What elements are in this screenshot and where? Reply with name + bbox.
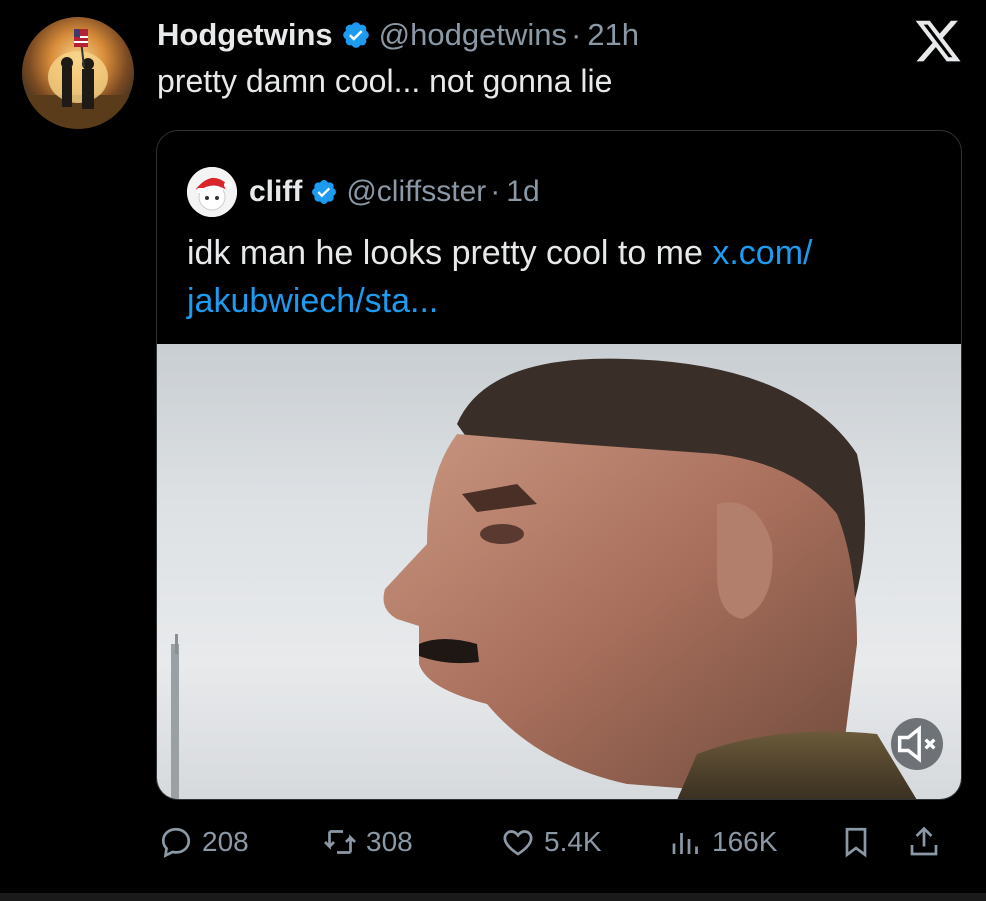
quote-text: idk man he looks pretty cool to me x.com… [187,229,947,325]
quote-link-part2[interactable]: jakubwiech/sta... [187,282,438,320]
verified-badge-icon [341,20,371,50]
tweet-action-bar: 208 308 5.4K 166K [0,812,986,872]
x-logo-icon [912,16,964,66]
reply-count: 208 [202,826,249,857]
like-button[interactable]: 5.4K [500,812,602,872]
reply-button[interactable]: 208 [158,812,249,872]
quote-media-video[interactable] [157,344,961,799]
tweet-header: Hodgetwins @hodgetwins · 21h [157,13,639,57]
quote-link-part1[interactable]: x.com/ [712,234,812,272]
volume-muted-icon [897,725,936,763]
quote-author-display-name[interactable]: cliff [249,175,302,209]
retweet-button[interactable]: 308 [322,812,413,872]
share-button[interactable] [906,812,950,872]
quote-verified-badge-icon [310,178,338,206]
quote-timestamp[interactable]: 1d [506,175,539,209]
views-count: 166K [712,826,778,857]
retweet-icon [324,830,356,854]
retweet-count: 308 [366,826,413,857]
views-button[interactable]: 166K [668,812,777,872]
bookmark-button[interactable] [838,812,882,872]
quote-header: cliff @cliffsster · 1d [249,167,540,217]
header-separator: · [570,17,582,52]
share-icon [910,826,938,856]
quote-author-avatar[interactable] [187,167,237,217]
author-handle[interactable]: @hodgetwins [379,17,567,53]
heart-icon [503,830,533,856]
author-avatar[interactable] [22,17,134,129]
tweet-timestamp[interactable]: 21h [587,17,639,53]
bookmark-icon [845,827,867,858]
bottom-divider [0,893,986,901]
mute-button[interactable] [891,718,943,770]
quoted-tweet[interactable]: cliff @cliffsster · 1d idk man he looks … [156,130,962,800]
author-display-name[interactable]: Hodgetwins [157,17,333,53]
quote-text-body: idk man he looks pretty cool to me [187,234,713,272]
like-count: 5.4K [544,826,602,857]
quote-author-handle[interactable]: @cliffsster [346,175,486,209]
views-chart-icon [672,833,698,854]
reply-icon [161,827,191,858]
tweet-text: pretty damn cool... not gonna lie [157,63,613,99]
quote-header-separator: · [490,175,501,208]
